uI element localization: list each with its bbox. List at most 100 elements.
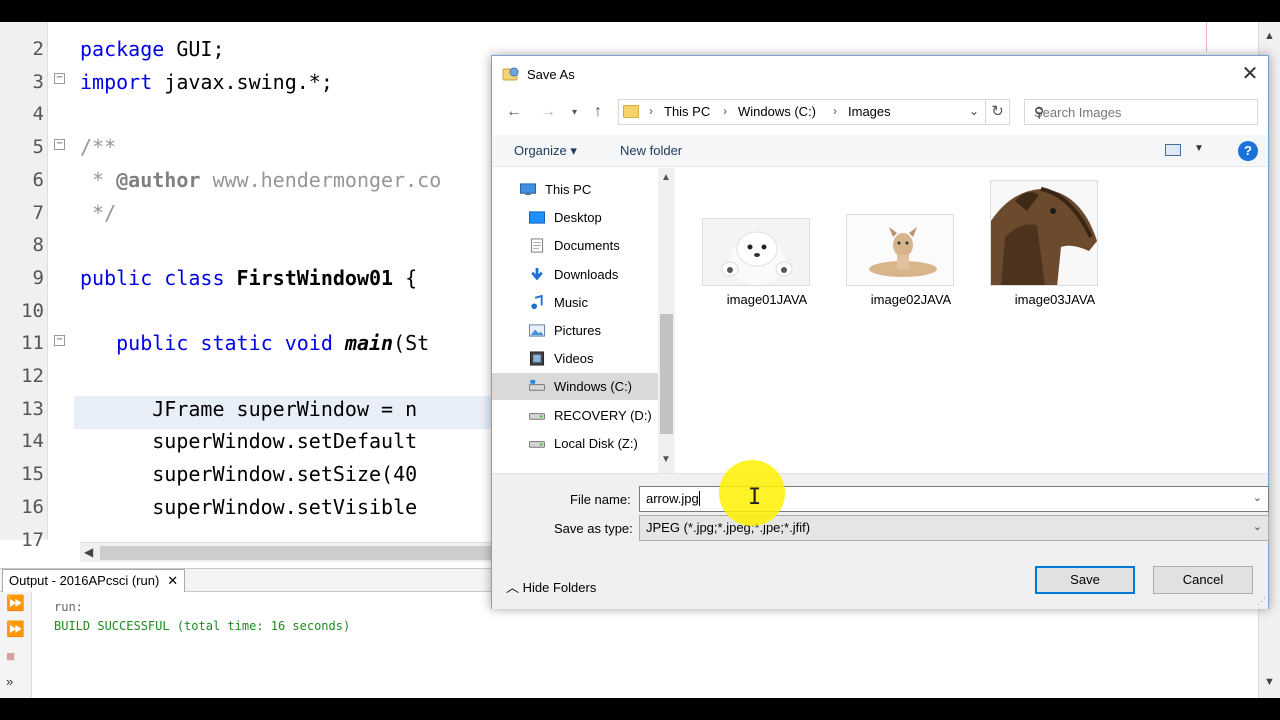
organize-button[interactable]: Organize ▾ xyxy=(514,143,577,159)
search-box[interactable]: Search Images ⚲ xyxy=(1024,99,1258,125)
fold-toggle-icon[interactable]: − xyxy=(54,335,65,346)
file-item[interactable]: image03JAVA xyxy=(990,168,1120,318)
more-icon[interactable]: » xyxy=(6,674,13,689)
tree-item-label: This PC xyxy=(545,182,592,197)
line-number: 13 xyxy=(21,397,44,420)
close-icon[interactable]: ✕ xyxy=(1236,60,1264,88)
tree-item[interactable]: RECOVERY (D:) xyxy=(492,402,658,429)
rerun-icon[interactable]: ⏩ xyxy=(6,594,25,612)
help-icon[interactable]: ? xyxy=(1238,141,1258,161)
code-token: (St xyxy=(393,331,430,356)
rerun-different-icon[interactable]: ⏩ xyxy=(6,620,25,638)
scroll-down-icon[interactable]: ▼ xyxy=(661,454,671,465)
address-dropdown-icon[interactable]: ⌄ xyxy=(969,104,979,118)
file-item[interactable]: image01JAVA xyxy=(702,168,832,318)
save-button[interactable]: Save xyxy=(1035,566,1135,594)
save-type-dropdown-icon[interactable]: ⌄ xyxy=(1253,520,1262,533)
new-folder-button[interactable]: New folder xyxy=(620,143,682,158)
file-name: image01JAVA xyxy=(726,292,808,307)
line-number: 10 xyxy=(21,299,44,322)
navigation-pane-scrollbar[interactable]: ▲ ▼ xyxy=(658,168,675,473)
forward-icon[interactable]: → xyxy=(540,103,556,121)
file-name-dropdown-icon[interactable]: ⌄ xyxy=(1253,491,1262,504)
navigation-pane: Local Disk (Z:) RECOVERY (D:) Windows (C:)… xyxy=(492,168,676,473)
editor-horizontal-scrollbar[interactable]: ◀ xyxy=(80,542,500,562)
tree-item[interactable]: Documents xyxy=(492,232,658,259)
scroll-up-icon[interactable]: ▲ xyxy=(661,172,671,183)
chevron-up-icon: ︿ xyxy=(506,580,520,595)
code-token: package xyxy=(80,37,165,61)
scroll-thumb[interactable] xyxy=(660,314,673,434)
code-token: import xyxy=(80,69,153,94)
videos-icon xyxy=(529,351,545,366)
tree-item[interactable]: Desktop xyxy=(492,204,658,231)
hide-folders-toggle[interactable]: ︿ Hide Folders xyxy=(506,577,596,596)
tree-item[interactable]: Videos xyxy=(492,345,658,372)
save-type-label: Save as type: xyxy=(554,521,633,536)
breadcrumb-images[interactable]: Images xyxy=(848,104,891,119)
fold-column: − − − xyxy=(48,22,74,540)
scroll-down-icon[interactable]: ▼ xyxy=(1264,676,1275,688)
breadcrumb-separator-icon[interactable]: › xyxy=(649,104,653,118)
line-number: 3 xyxy=(32,70,44,93)
hide-folders-label: Hide Folders xyxy=(522,580,597,595)
line-number: 2 xyxy=(32,38,44,60)
tree-item-label: Desktop xyxy=(554,210,602,226)
code-token: javax.swing.*; xyxy=(152,69,333,94)
cancel-button[interactable]: Cancel xyxy=(1153,566,1253,594)
search-icon[interactable]: ⚲ xyxy=(1034,104,1249,121)
code-token: GUI; xyxy=(164,37,225,61)
close-tab-icon[interactable]: ✕ xyxy=(167,573,178,588)
fold-toggle-icon[interactable]: − xyxy=(54,73,65,84)
file-name: image02JAVA xyxy=(870,292,952,307)
refresh-icon[interactable]: ↻ xyxy=(985,100,1009,124)
code-line: package GUI; xyxy=(80,37,225,61)
tree-item[interactable]: Music xyxy=(492,289,658,316)
recent-locations-chevron-icon[interactable]: ▾ xyxy=(572,107,577,118)
stop-icon[interactable]: ■ xyxy=(6,648,15,665)
code-token: superWindow.setDefault xyxy=(152,429,418,454)
tree-item[interactable]: Downloads xyxy=(492,261,658,288)
tree-item[interactable]: Windows (C:) xyxy=(492,373,658,401)
change-view-icon[interactable] xyxy=(1165,144,1181,156)
code-line: /** xyxy=(80,135,116,159)
lying-dog-thumbnail xyxy=(846,214,954,286)
music-icon xyxy=(531,294,543,309)
tree-item-label: RECOVERY (D:) xyxy=(554,407,652,423)
tree-item[interactable]: Pictures xyxy=(492,317,658,344)
tree-item[interactable]: Local Disk (Z:) xyxy=(492,430,658,457)
code-token: FirstWindow01 xyxy=(236,265,394,290)
breadcrumb-windows-c[interactable]: Windows (C:) xyxy=(738,104,816,119)
scroll-thumb[interactable] xyxy=(100,546,500,560)
file-name-label: File name: xyxy=(570,492,631,507)
dialog-title-bar: Save As ✕ xyxy=(492,56,1268,92)
view-options-dropdown-icon[interactable]: ▼ xyxy=(1194,143,1204,154)
save-dialog-icon xyxy=(502,67,519,81)
tree-item-label: Music xyxy=(554,294,588,310)
breadcrumb-this-pc[interactable]: This PC xyxy=(664,104,710,119)
tree-item[interactable]: This PC xyxy=(492,176,658,203)
line-number: 14 xyxy=(21,430,44,453)
output-tab[interactable]: Output - 2016APcsci (run) ✕ xyxy=(2,569,186,592)
file-item[interactable]: image02JAVA xyxy=(846,168,976,318)
scroll-left-icon[interactable]: ◀ xyxy=(84,545,93,559)
text-cursor-icon: I xyxy=(748,485,762,510)
resize-grip-icon[interactable]: ⋰ xyxy=(1257,596,1266,607)
tree-item-label: Documents xyxy=(554,238,620,254)
breadcrumb-separator-icon[interactable]: › xyxy=(833,104,837,118)
scroll-up-icon[interactable]: ▲ xyxy=(1264,30,1275,42)
fold-toggle-icon[interactable]: − xyxy=(54,139,65,150)
breadcrumb-separator-icon[interactable]: › xyxy=(723,104,727,118)
address-bar[interactable]: › This PC › Windows (C:) › Images ⌄ ↻ xyxy=(618,99,1010,125)
up-icon[interactable]: ↑ xyxy=(594,103,602,121)
pc-icon xyxy=(520,183,536,196)
code-line: public static void main(St xyxy=(80,331,429,355)
back-icon[interactable]: ← xyxy=(506,103,522,121)
text-caret xyxy=(698,491,700,506)
tree-item-label: Local Disk (Z:) xyxy=(554,435,638,451)
